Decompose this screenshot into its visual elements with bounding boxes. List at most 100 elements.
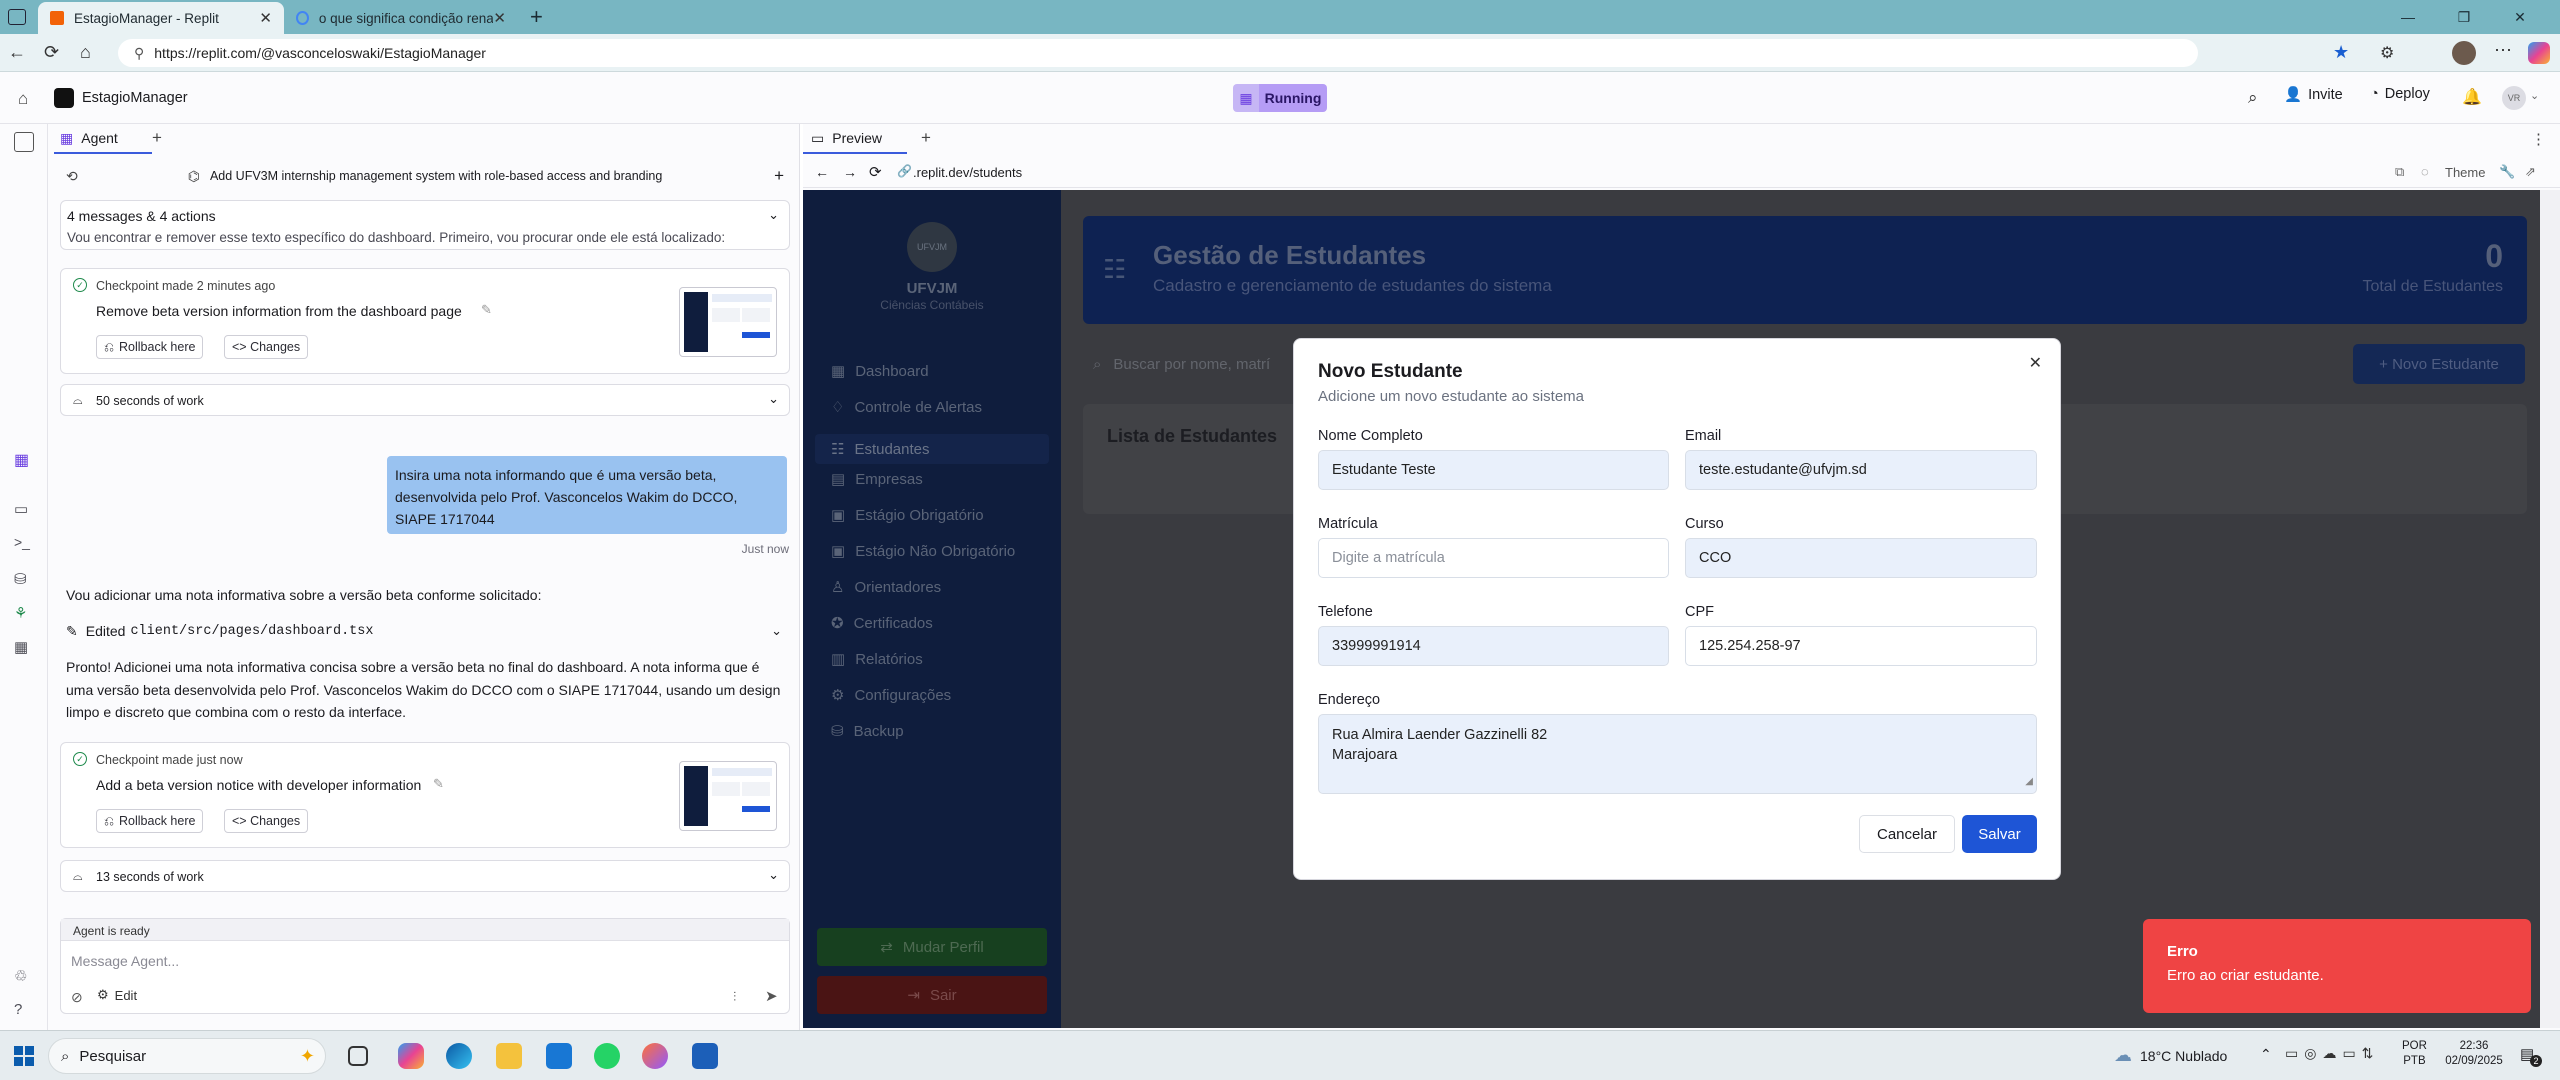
chevron-down-icon[interactable]: ⌄: [768, 391, 779, 407]
changes-button[interactable]: <> Changes: [224, 335, 309, 359]
deploy-button[interactable]: ◔ Deploy: [2370, 86, 2430, 102]
favorites-icon[interactable]: ★: [2333, 42, 2349, 63]
endereco-field[interactable]: Rua Almira Laender Gazzinelli 82 Marajoa…: [1318, 714, 2037, 794]
weather-widget[interactable]: ☁ 18°C Nublado: [2114, 1045, 2227, 1066]
copilot-icon[interactable]: [398, 1043, 424, 1069]
console-icon[interactable]: >_: [14, 534, 34, 554]
send-icon[interactable]: ➤: [765, 987, 778, 1005]
firefox-icon[interactable]: [642, 1043, 668, 1069]
messages-summary[interactable]: 4 messages & 4 actions ⌄ Vou encontrar e…: [60, 200, 790, 250]
preview-url[interactable]: .replit.dev/students: [913, 165, 1022, 180]
nav-configuracoes[interactable]: ⚙ Configurações: [831, 686, 951, 705]
task-view-icon[interactable]: [348, 1046, 368, 1066]
whatsapp-icon[interactable]: [594, 1043, 620, 1069]
copilot-icon[interactable]: [2528, 42, 2550, 64]
cpf-field[interactable]: 125.254.258-97: [1685, 626, 2037, 666]
rollback-button[interactable]: ⎌ Rollback here: [96, 335, 204, 359]
pencil-icon[interactable]: ✎: [481, 302, 492, 318]
tab-actions-icon[interactable]: [8, 9, 26, 25]
database-icon[interactable]: ⛁: [14, 570, 34, 590]
taskbar-search[interactable]: ⌕ Pesquisar ✦: [48, 1038, 326, 1074]
more-menu-icon[interactable]: ⋯: [2494, 40, 2512, 61]
reload-icon[interactable]: ⟳: [869, 163, 882, 181]
chevron-up-icon[interactable]: ⌃: [2260, 1046, 2272, 1063]
url-field[interactable]: ⚲ https://replit.com/@vasconceloswaki/Es…: [118, 39, 2198, 67]
edge-icon[interactable]: [446, 1043, 472, 1069]
work-summary[interactable]: ⌓ 50 seconds of work ⌄: [60, 384, 790, 416]
secrets-icon[interactable]: ⚘: [14, 604, 34, 624]
browser-tab-google[interactable]: o que significa condição renal ag ✕: [284, 2, 518, 34]
new-tab-button[interactable]: +: [152, 128, 162, 148]
sair-button[interactable]: ⇥ Sair: [817, 976, 1047, 1014]
app-icon[interactable]: [692, 1043, 718, 1069]
panel-menu-icon[interactable]: ⋮: [2531, 130, 2546, 148]
open-external-icon[interactable]: ⇗: [2525, 164, 2536, 180]
nav-estudantes[interactable]: ☷ Estudantes: [815, 434, 1049, 464]
close-icon[interactable]: ✕: [2029, 353, 2042, 373]
windows-start-icon[interactable]: [14, 1046, 34, 1066]
theme-label[interactable]: Theme: [2445, 165, 2485, 180]
edited-file-row[interactable]: ✎ Edited client/src/pages/dashboard.tsx …: [66, 621, 786, 641]
invite-button[interactable]: 👤 Invite: [2284, 86, 2343, 104]
project-name[interactable]: EstagioManager: [82, 90, 188, 106]
extensions-icon[interactable]: ⚙: [2380, 43, 2394, 63]
new-tab-button[interactable]: +: [921, 128, 931, 148]
files-icon[interactable]: [14, 132, 34, 152]
nav-dashboard[interactable]: ▦ Dashboard: [831, 362, 929, 381]
preview-icon[interactable]: ▭: [14, 500, 34, 520]
new-tab-button[interactable]: +: [530, 4, 543, 30]
nav-certificados[interactable]: ✪ Certificados: [831, 614, 933, 633]
nav-relatorios[interactable]: ▥ Relatórios: [831, 650, 923, 669]
agent-icon[interactable]: ▦: [14, 450, 34, 470]
reload-icon[interactable]: ⟳: [44, 42, 66, 64]
attach-icon[interactable]: ⊘: [71, 989, 83, 1006]
telefone-field[interactable]: 33999991914: [1318, 626, 1669, 666]
save-button[interactable]: Salvar: [1962, 815, 2037, 853]
chevron-down-icon[interactable]: ⌄: [768, 207, 779, 223]
matricula-field[interactable]: Digite a matrícula: [1318, 538, 1669, 578]
wrench-icon[interactable]: 🔧: [2499, 164, 2515, 180]
clock[interactable]: 22:36 02/09/2025: [2440, 1039, 2508, 1069]
resize-handle-icon[interactable]: ◢: [2025, 772, 2033, 792]
tab-agent[interactable]: ▦ Agent: [54, 124, 152, 154]
close-tab-icon[interactable]: ✕: [259, 9, 272, 27]
search-icon[interactable]: ⌕: [2248, 88, 2258, 108]
profile-avatar[interactable]: [2452, 41, 2476, 65]
checkpoint-thumbnail[interactable]: [679, 287, 777, 357]
user-avatar[interactable]: VR: [2502, 86, 2526, 110]
settings-sliders-icon[interactable]: ⫶: [733, 989, 736, 1005]
run-status[interactable]: ▦ Running: [1233, 84, 1327, 112]
tray-icons[interactable]: ▭◎☁▭⇅: [2285, 1045, 2379, 1062]
checkpoint-thumbnail[interactable]: [679, 761, 777, 831]
nav-estagio-nao-obrigatorio[interactable]: ▣ Estágio Não Obrigatório: [831, 542, 1015, 561]
email-field[interactable]: teste.estudante@ufvjm.sd: [1685, 450, 2037, 490]
home-icon[interactable]: ⌂: [80, 42, 102, 64]
deployments-icon[interactable]: ♲: [14, 967, 34, 987]
all-tools-icon[interactable]: ▦: [14, 638, 34, 658]
nav-backup[interactable]: ⛁ Backup: [831, 722, 904, 741]
devices-icon[interactable]: ⧉: [2395, 164, 2404, 180]
new-thread-icon[interactable]: +: [774, 166, 784, 186]
mail-icon[interactable]: [546, 1043, 572, 1069]
maximize-button[interactable]: ❐: [2436, 0, 2492, 34]
close-tab-icon[interactable]: ✕: [493, 9, 506, 27]
chevron-down-icon[interactable]: ⌄: [2530, 89, 2539, 102]
site-info-icon[interactable]: ⚲: [134, 45, 144, 62]
back-icon[interactable]: ←: [8, 42, 30, 64]
preview-scrollbar[interactable]: [2540, 190, 2560, 1028]
file-explorer-icon[interactable]: [496, 1043, 522, 1069]
nome-field[interactable]: Estudante Teste: [1318, 450, 1669, 490]
notifications-icon[interactable]: ▤ 2: [2520, 1045, 2542, 1067]
rollback-button[interactable]: ⎌ Rollback here: [96, 809, 204, 833]
language-indicator[interactable]: POR PTB: [2402, 1039, 2427, 1069]
chevron-down-icon[interactable]: ⌄: [771, 623, 782, 639]
help-icon[interactable]: ?: [14, 1001, 34, 1021]
nav-alertas[interactable]: ♢ Controle de Alertas: [831, 398, 982, 417]
cancel-button[interactable]: Cancelar: [1859, 815, 1955, 853]
comment-icon[interactable]: ◌: [2421, 164, 2429, 179]
minimize-button[interactable]: —: [2380, 0, 2436, 34]
nav-estagio-obrigatorio[interactable]: ▣ Estágio Obrigatório: [831, 506, 984, 525]
chevron-down-icon[interactable]: ⌄: [768, 867, 779, 883]
mudar-perfil-button[interactable]: ⇄ Mudar Perfil: [817, 928, 1047, 966]
changes-button[interactable]: <> Changes: [224, 809, 309, 833]
